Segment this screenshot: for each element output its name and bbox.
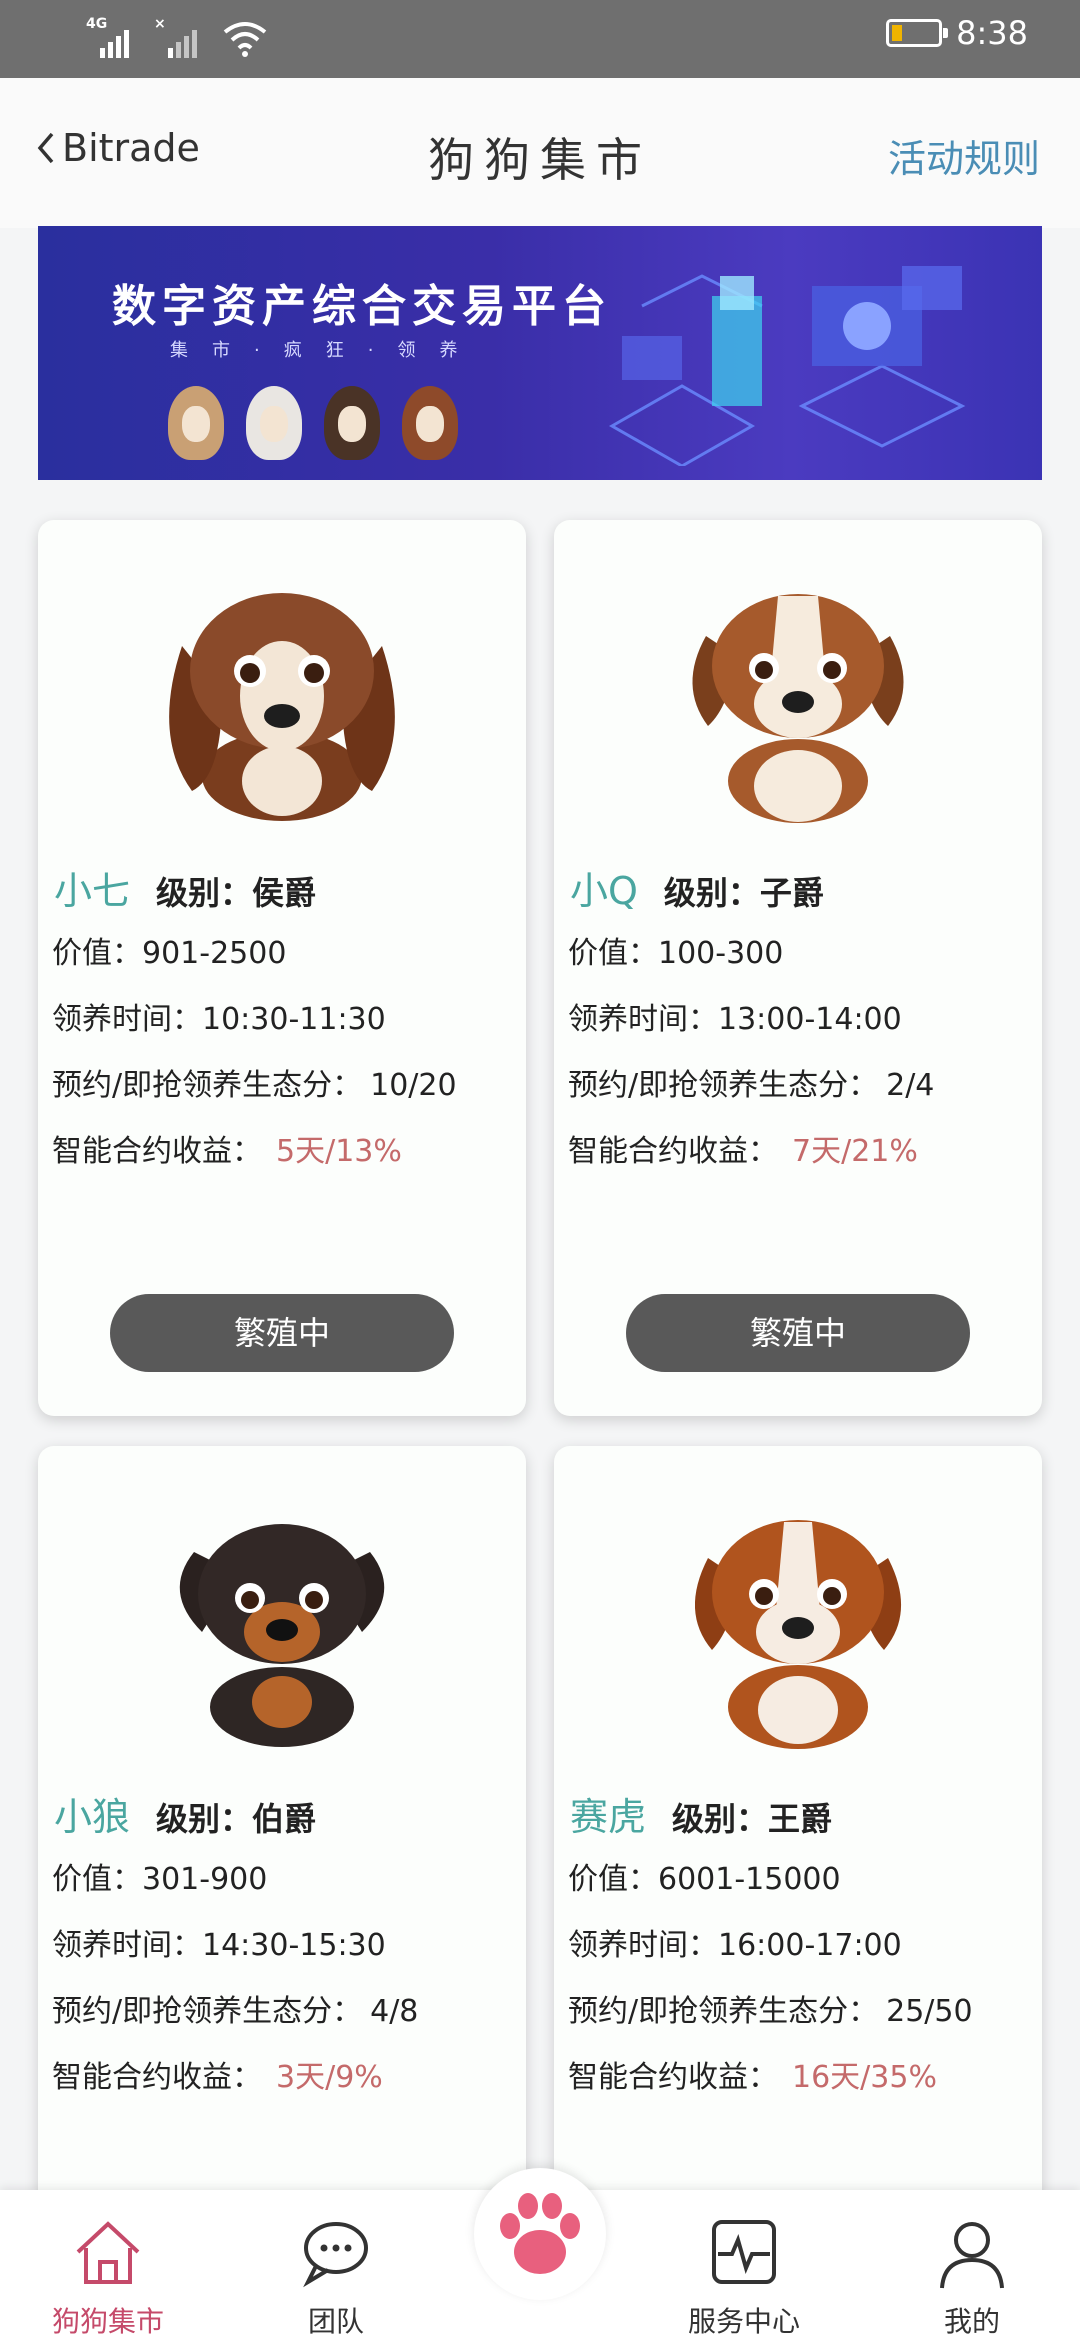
tab-service-center[interactable]: 服务中心 [644, 2190, 844, 2340]
eco-score-row: 预约/即抢领养生态分： 10/20 [52, 1060, 457, 1104]
person-icon [940, 2222, 1004, 2289]
value-row: 价值：301-900 [52, 1854, 267, 1898]
dog-illustration [694, 1520, 902, 1749]
value-label: 价值： [52, 936, 142, 971]
promo-banner[interactable]: 数字资产综合交易平台 集市·疯狂·领养 [38, 226, 1042, 480]
profit-text: 7天/21% [792, 1134, 918, 1169]
adopt-time-row: 领养时间：10:30-11:30 [52, 994, 386, 1038]
value-row: 价值：100-300 [568, 928, 783, 972]
value-label: 价值： [568, 1862, 658, 1897]
profit-label: 智能合约收益： [52, 2060, 262, 2095]
value-row: 价值：901-2500 [52, 928, 286, 972]
dog-name: 赛虎 [570, 1795, 647, 1839]
eco-score-label: 预约/即抢领养生态分： [568, 1068, 879, 1103]
adopt-time-label: 领养时间： [52, 1002, 202, 1037]
status-time: 8:38 [956, 14, 1028, 52]
profit-row: 智能合约收益： 7天/21% [568, 1126, 918, 1170]
eco-score-label: 预约/即抢领养生态分： [52, 1994, 363, 2029]
eco-score-row: 预约/即抢领养生态分： 25/50 [568, 1986, 973, 2030]
profit-label: 智能合约收益： [568, 2060, 778, 2095]
breeding-button[interactable]: 繁殖中 [626, 1294, 970, 1372]
dog-card[interactable]: 小Q 级别：子爵 价值：100-300 领养时间：13:00-14:00 预约/… [554, 520, 1042, 1416]
eco-score-row: 预约/即抢领养生态分： 4/8 [52, 1986, 418, 2030]
signal-2-icon: × [154, 16, 204, 58]
eco-score-text: 25/50 [886, 1994, 973, 2029]
dog-name: 小七 [54, 869, 131, 913]
banner-subtitle: 集市·疯狂·领养 [170, 340, 482, 361]
status-bar: 4G × 8:38 [0, 0, 1080, 78]
eco-score-text: 4/8 [370, 1994, 419, 2029]
value-text: 301-900 [142, 1862, 268, 1897]
dog-card[interactable]: 小狼 级别：伯爵 价值：301-900 领养时间：14:30-15:30 预约/… [38, 1446, 526, 2206]
tab-team[interactable]: 团队 [236, 2190, 436, 2340]
eco-score-row: 预约/即抢领养生态分： 2/4 [568, 1060, 934, 1104]
adopt-time-text: 10:30-11:30 [202, 1002, 386, 1037]
dog-level: 级别：伯爵 [156, 1800, 317, 1838]
eco-score-text: 2/4 [886, 1068, 935, 1103]
value-label: 价值： [52, 1862, 142, 1897]
dog-name-row: 赛虎 级别：王爵 [570, 1786, 832, 1841]
dog-level: 级别：子爵 [663, 874, 824, 912]
profit-text: 3天/9% [276, 2060, 383, 2095]
banner-title: 数字资产综合交易平台 [112, 281, 612, 332]
profit-label: 智能合约收益： [568, 1134, 778, 1169]
app-header: Bitrade 狗狗集市 活动规则 [0, 78, 1080, 228]
banner-illustration [608, 266, 966, 466]
value-text: 6001-15000 [658, 1862, 841, 1897]
value-row: 价值：6001-15000 [568, 1854, 841, 1898]
dog-name-row: 小狼 级别：伯爵 [54, 1786, 316, 1841]
tab-label: 服务中心 [687, 2305, 800, 2338]
eco-score-label: 预约/即抢领养生态分： [568, 1994, 879, 2029]
dog-name: 小狼 [54, 1795, 131, 1839]
home-icon [76, 2221, 140, 2284]
adopt-time-label: 领养时间： [52, 1928, 202, 1963]
adopt-time-text: 14:30-15:30 [202, 1928, 386, 1963]
banner-puppies [168, 386, 458, 460]
heartbeat-icon [712, 2220, 776, 2284]
dog-name-row: 小七 级别：侯爵 [54, 860, 316, 915]
dog-illustration [692, 594, 904, 823]
tab-dog-market[interactable]: 狗狗集市 [8, 2190, 208, 2340]
tab-label: 我的 [943, 2305, 1000, 2338]
adopt-time-row: 领养时间：14:30-15:30 [52, 1920, 386, 1964]
eco-score-label: 预约/即抢领养生态分： [52, 1068, 363, 1103]
dog-name-row: 小Q 级别：子爵 [570, 860, 824, 915]
adopt-time-text: 16:00-17:00 [718, 1928, 902, 1963]
profit-row: 智能合约收益： 16天/35% [568, 2052, 937, 2096]
battery-low-icon [886, 19, 949, 47]
profit-label: 智能合约收益： [52, 1134, 262, 1169]
adopt-time-row: 领养时间：13:00-14:00 [568, 994, 902, 1038]
adopt-time-text: 13:00-14:00 [718, 1002, 902, 1037]
dog-name: 小Q [570, 869, 638, 913]
dog-illustration [179, 1524, 385, 1747]
eco-score-text: 10/20 [370, 1068, 457, 1103]
adopt-time-label: 领养时间： [568, 1002, 718, 1037]
profit-row: 智能合约收益： 5天/13% [52, 1126, 402, 1170]
signal-icon: 4G [86, 16, 136, 58]
value-text: 100-300 [658, 936, 784, 971]
activity-rules-link[interactable]: 活动规则 [888, 128, 1040, 183]
breeding-button[interactable]: 繁殖中 [110, 1294, 454, 1372]
profit-text: 16天/35% [792, 2060, 937, 2095]
tab-label: 狗狗集市 [51, 2305, 164, 2338]
tab-mine[interactable]: 我的 [872, 2190, 1072, 2340]
paw-icon [500, 2193, 580, 2274]
dog-card[interactable]: 小七 级别：侯爵 价值：901-2500 领养时间：10:30-11:30 预约… [38, 520, 526, 1416]
value-label: 价值： [568, 936, 658, 971]
adopt-time-label: 领养时间： [568, 1928, 718, 1963]
adopt-time-row: 领养时间：16:00-17:00 [568, 1920, 902, 1964]
dog-card[interactable]: 赛虎 级别：王爵 价值：6001-15000 领养时间：16:00-17:00 … [554, 1446, 1042, 2206]
tab-label: 团队 [307, 2305, 364, 2338]
chat-bubble-icon [303, 2222, 368, 2288]
profit-text: 5天/13% [276, 1134, 402, 1169]
profit-row: 智能合约收益： 3天/9% [52, 2052, 383, 2096]
signal-2-label: × [154, 16, 166, 32]
paw-button[interactable] [474, 2168, 606, 2300]
dog-level: 级别：侯爵 [156, 874, 317, 912]
dog-level: 级别：王爵 [672, 1800, 833, 1838]
wifi-icon [223, 22, 267, 57]
value-text: 901-2500 [142, 936, 287, 971]
dog-illustration [169, 593, 395, 821]
